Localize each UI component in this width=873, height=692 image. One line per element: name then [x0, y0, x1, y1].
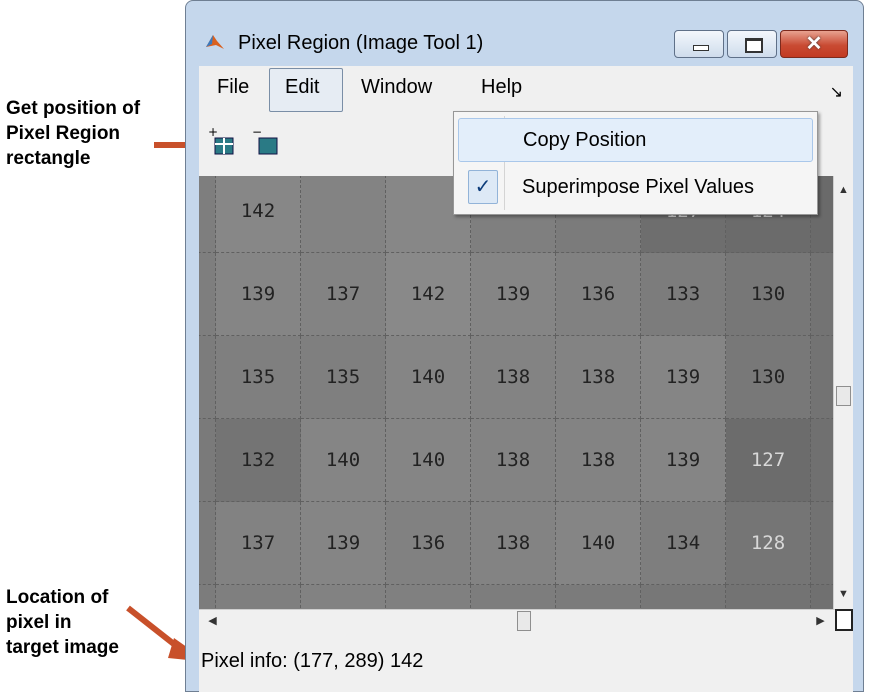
pixel-cell: 134	[641, 502, 726, 585]
pixel-cell: 140	[301, 419, 386, 502]
pixel-cell: 133	[641, 253, 726, 336]
superimpose-pixel-values-label: Superimpose Pixel Values	[522, 176, 754, 198]
maximize-icon	[745, 38, 763, 53]
window-frame: Pixel Region (Image Tool 1) ✕ File Edit …	[185, 0, 864, 692]
zoom-in-icon[interactable]: +	[207, 126, 239, 158]
pixel-cell: 140	[386, 419, 471, 502]
pixel-cell: 137	[301, 253, 386, 336]
pixel-cell: 135	[216, 336, 301, 419]
scroll-down-icon[interactable]: ▼	[834, 584, 853, 604]
pixel-cell: 0	[199, 419, 216, 502]
status-bar: Pixel info: (177, 289) 142	[199, 631, 853, 692]
pixel-location-annotation: Location of pixel in target image	[6, 587, 119, 658]
horizontal-scrollbar[interactable]: ◀ ▶	[199, 609, 835, 631]
menu-edit[interactable]: Edit	[285, 76, 319, 99]
pixel-cell: 127	[726, 419, 811, 502]
pixel-cell: 139	[216, 253, 301, 336]
menu-bar: File Edit Window Help ↘	[199, 66, 853, 114]
pixel-cell	[641, 585, 726, 609]
pixel-cell: 138	[471, 419, 556, 502]
pixel-info-text: Pixel info: (177, 289) 142	[201, 650, 424, 672]
menu-item-superimpose-pixel-values[interactable]: ✓ Superimpose Pixel Values	[458, 166, 813, 210]
minimize-button[interactable]	[674, 30, 724, 58]
minimize-icon	[693, 45, 709, 51]
menu-file[interactable]: File	[217, 76, 249, 99]
menu-window[interactable]: Window	[361, 76, 432, 99]
pixel-cell: 139	[301, 502, 386, 585]
pixel-cell: 138	[556, 336, 641, 419]
close-button[interactable]: ✕	[780, 30, 848, 58]
dock-icon[interactable]: ↘	[830, 82, 843, 102]
pixel-cell: 132	[216, 419, 301, 502]
pixel-cell	[199, 585, 216, 609]
pixel-cell: 139	[641, 419, 726, 502]
pixel-cell: 128	[726, 502, 811, 585]
check-icon: ✓	[468, 170, 498, 204]
pixel-cell: 138	[471, 336, 556, 419]
vertical-scroll-thumb[interactable]	[836, 386, 851, 406]
edit-dropdown-menu: Copy Position ✓ Superimpose Pixel Values	[453, 111, 818, 215]
vertical-scrollbar[interactable]: ▲ ▼	[833, 176, 853, 609]
scroll-up-icon[interactable]: ▲	[834, 180, 853, 200]
pixel-cell: 140	[556, 502, 641, 585]
pixel-cell	[726, 585, 811, 609]
copy-position-annotation: Get position of Pixel Region rectangle	[6, 98, 141, 169]
svg-text:+: +	[208, 126, 218, 139]
pixel-cell: 8	[199, 253, 216, 336]
pixel-cell	[301, 585, 386, 609]
menu-help[interactable]: Help	[481, 76, 522, 99]
pixel-value-grid[interactable]: 8142127124181391371421391361331301013513…	[199, 176, 843, 609]
menu-item-copy-position[interactable]: Copy Position	[458, 118, 813, 162]
pixel-cell: 130	[726, 253, 811, 336]
zoom-out-icon[interactable]: −	[251, 126, 283, 158]
pixel-cell: 135	[301, 336, 386, 419]
scroll-right-icon[interactable]: ▶	[811, 611, 830, 631]
pixel-cell: 142	[216, 176, 301, 253]
pixel-cell: 0	[199, 336, 216, 419]
pixel-cell: 8	[199, 176, 216, 253]
scrollbar-corner	[835, 609, 853, 631]
pixel-cell: 138	[556, 419, 641, 502]
pixel-cell: 130	[726, 336, 811, 419]
horizontal-scroll-thumb[interactable]	[517, 611, 531, 631]
window-title: Pixel Region (Image Tool 1)	[238, 32, 484, 54]
pixel-cell: 142	[386, 253, 471, 336]
svg-text:−: −	[252, 126, 262, 139]
pixel-cell: 138	[471, 502, 556, 585]
pixel-cell	[216, 585, 301, 609]
matlab-icon	[206, 35, 224, 49]
pixel-cell: 137	[216, 502, 301, 585]
maximize-button[interactable]	[727, 30, 777, 58]
pixel-cell: 9	[199, 502, 216, 585]
pixel-cell: 136	[386, 502, 471, 585]
pixel-cell	[386, 585, 471, 609]
title-bar[interactable]: Pixel Region (Image Tool 1) ✕	[186, 1, 863, 61]
pixel-cell	[556, 585, 641, 609]
pixel-cell: 136	[556, 253, 641, 336]
copy-position-label: Copy Position	[523, 129, 647, 151]
pixel-region-window: Pixel Region (Image Tool 1) ✕ File Edit …	[185, 0, 873, 692]
scroll-left-icon[interactable]: ◀	[203, 611, 222, 631]
pixel-cell: 140	[386, 336, 471, 419]
pixel-cell: 139	[641, 336, 726, 419]
close-icon: ✕	[805, 33, 823, 55]
pixel-cell	[301, 176, 386, 253]
pixel-cell: 139	[471, 253, 556, 336]
pixel-cell	[471, 585, 556, 609]
